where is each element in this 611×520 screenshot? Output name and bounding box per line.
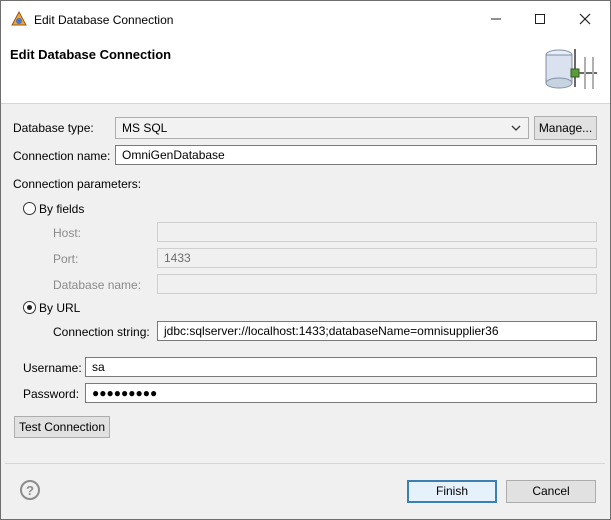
dialog-header: Edit Database Connection [1,37,610,104]
app-icon [11,11,27,26]
minimize-button[interactable] [473,1,519,37]
header-title: Edit Database Connection [10,47,172,62]
password-label: Password: [23,387,80,401]
close-button[interactable] [562,1,608,37]
by-fields-radio[interactable] [23,202,36,215]
database-type-value: MS SQL [122,121,168,135]
title-bar[interactable]: Edit Database Connection [1,1,610,37]
connection-string-input[interactable]: jdbc:sqlserver://localhost:1433;database… [157,321,597,341]
username-input[interactable]: sa [85,357,597,377]
port-input[interactable]: 1433 [157,248,597,268]
by-url-radio[interactable] [23,301,36,314]
by-url-label[interactable]: By URL [39,301,80,315]
host-label: Host: [53,226,82,240]
password-input[interactable]: ●●●●●●●●● [85,383,597,403]
database-name-label: Database name: [53,278,142,292]
finish-button[interactable]: Finish [407,480,497,503]
database-name-input[interactable] [157,274,597,294]
help-icon[interactable]: ? [20,480,40,500]
host-input[interactable] [157,222,597,242]
minimize-icon [491,18,501,20]
connection-name-input[interactable]: OmniGenDatabase [115,145,597,165]
database-type-label: Database type: [13,121,94,135]
port-label: Port: [53,252,79,266]
chevron-down-icon [511,125,521,131]
connection-string-label: Connection string: [53,325,150,339]
connection-parameters-label: Connection parameters: [13,177,142,191]
by-fields-label[interactable]: By fields [39,202,84,216]
close-icon [579,13,591,25]
manage-button[interactable]: Manage... [534,116,597,140]
test-connection-button[interactable]: Test Connection [14,416,110,438]
connection-name-label: Connection name: [13,149,111,163]
maximize-icon [535,14,545,24]
database-type-select[interactable]: MS SQL [115,117,529,139]
maximize-button[interactable] [517,1,563,37]
cancel-button[interactable]: Cancel [506,480,596,503]
database-icon [545,49,597,89]
window-title: Edit Database Connection [34,13,174,27]
dialog-window: Edit Database Connection Edit Database C… [0,0,611,520]
footer-separator [5,463,605,464]
username-label: Username: [23,361,82,375]
